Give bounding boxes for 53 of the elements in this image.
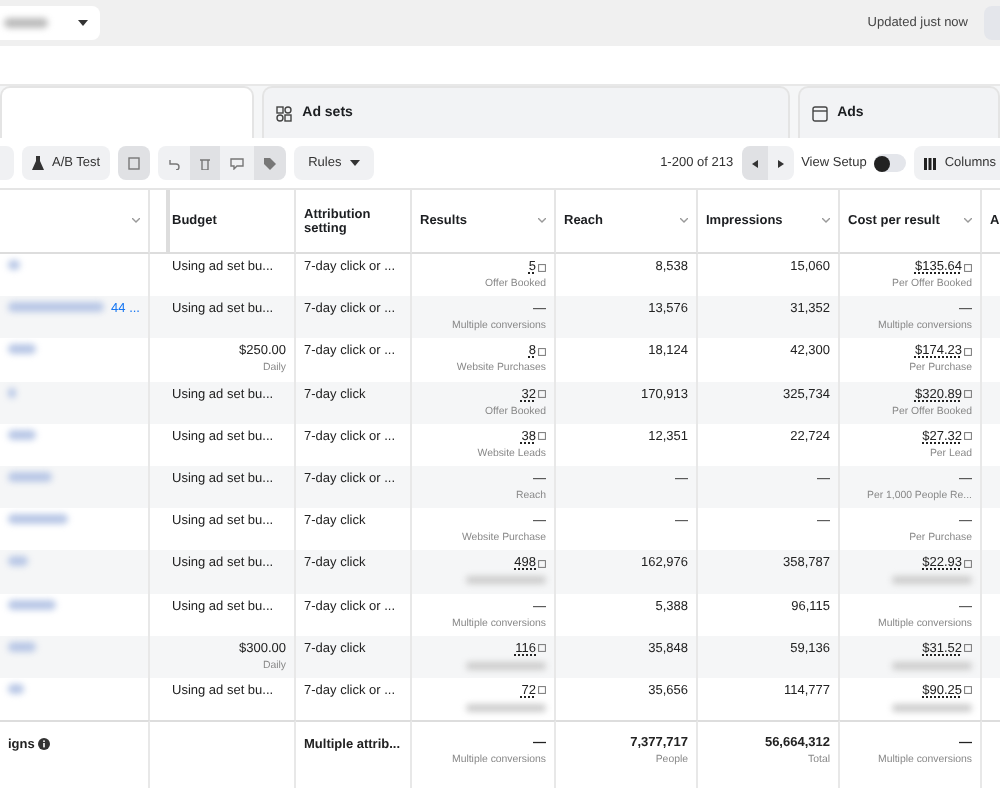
blurred-text <box>8 514 68 525</box>
undo-icon <box>168 157 181 169</box>
info-icon <box>964 686 972 695</box>
chevron-icon[interactable] <box>132 218 140 224</box>
next-button[interactable] <box>767 146 794 180</box>
info-icon <box>964 390 972 399</box>
info-icon <box>538 644 546 653</box>
blurred-text <box>8 683 24 694</box>
tag-icon <box>264 157 277 169</box>
caret-icon <box>349 159 360 167</box>
info-icon <box>964 559 972 568</box>
duplicate-button[interactable] <box>118 146 151 180</box>
tag-button[interactable] <box>254 146 287 180</box>
blurred-text <box>4 18 48 28</box>
caret-icon <box>78 19 88 27</box>
info-icon <box>964 263 972 271</box>
info-icon <box>538 686 546 695</box>
account-dropdown[interactable] <box>0 6 100 40</box>
flask-icon <box>32 156 44 170</box>
info-icon <box>538 432 546 441</box>
previous-button[interactable] <box>741 146 768 180</box>
info-icon <box>964 347 972 356</box>
chevron-icon[interactable] <box>680 218 688 224</box>
info-icon <box>964 432 972 441</box>
blurred-text <box>8 344 36 355</box>
info-icon <box>964 644 972 653</box>
undo-button[interactable] <box>158 146 191 180</box>
comment-icon <box>230 157 245 169</box>
trash-icon <box>200 157 211 169</box>
info-icon <box>538 390 546 399</box>
view-setup-toggle[interactable] <box>874 154 907 172</box>
blurred-text <box>8 260 20 270</box>
blurred-text <box>8 599 56 609</box>
info-icon <box>538 347 546 356</box>
right-arrow-icon <box>777 159 784 167</box>
chevron-icon[interactable] <box>538 218 546 224</box>
delete-button[interactable] <box>190 146 221 180</box>
window-icon <box>811 105 828 121</box>
blurred-text <box>8 641 36 652</box>
columns-icon <box>924 157 937 169</box>
blurred-text <box>8 429 36 440</box>
clipboard-icon <box>128 156 141 170</box>
blurred-text <box>8 471 52 482</box>
info-icon <box>538 263 546 271</box>
grid-icon <box>276 105 293 121</box>
info-icon <box>38 738 51 751</box>
blurred-text <box>8 556 28 567</box>
left-arrow-icon <box>751 159 758 167</box>
comment-button[interactable] <box>220 146 255 180</box>
chevron-icon[interactable] <box>964 218 972 224</box>
chevron-icon[interactable] <box>822 218 830 224</box>
info-icon <box>538 559 546 568</box>
blurred-text <box>8 302 104 313</box>
